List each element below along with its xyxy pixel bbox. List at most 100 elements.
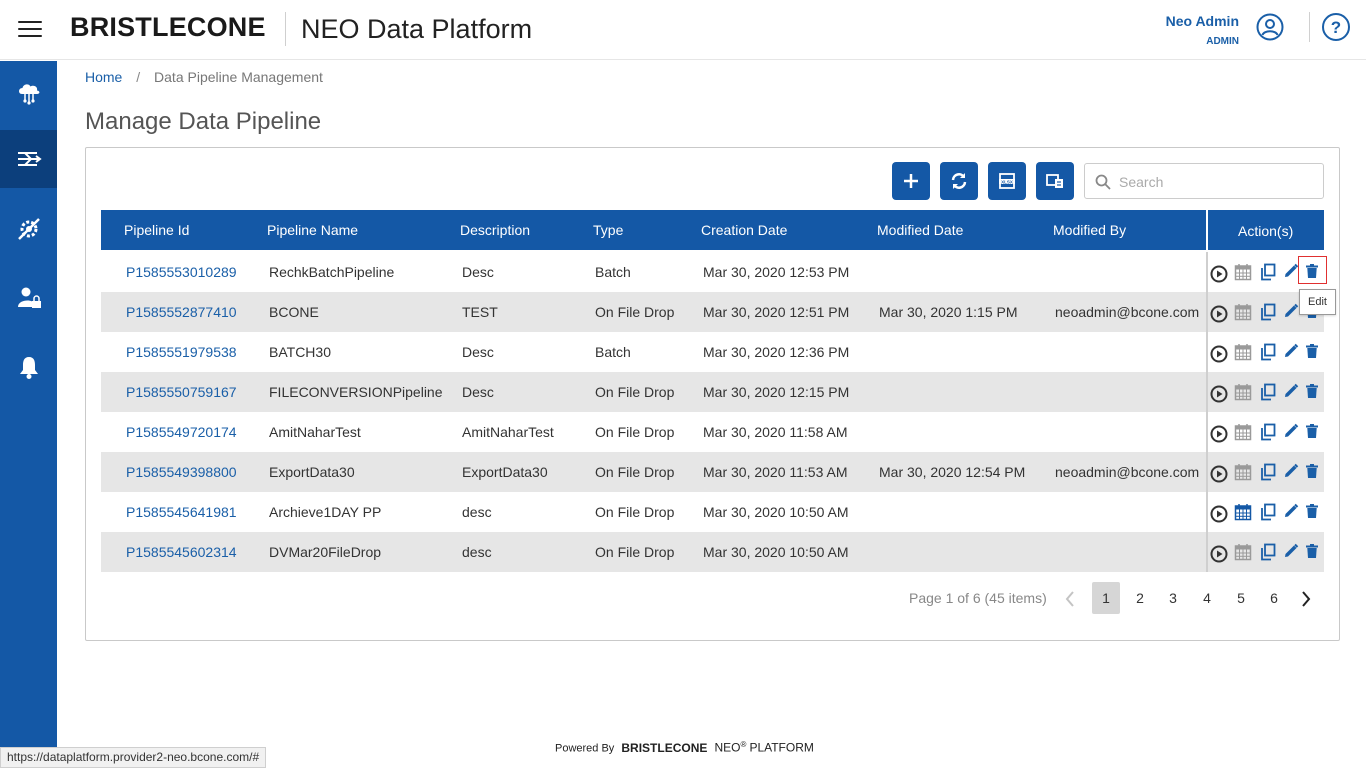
- column-header-pipeline-name[interactable]: Pipeline Name: [267, 222, 358, 238]
- column-header-pipeline-id[interactable]: Pipeline Id: [124, 222, 189, 238]
- creation-date-cell: Mar 30, 2020 10:50 AM: [703, 544, 849, 560]
- run-pipeline-icon[interactable]: [1210, 305, 1228, 323]
- copy-pipeline-icon[interactable]: [1260, 503, 1276, 521]
- schedule-calendar-icon[interactable]: [1234, 463, 1252, 481]
- sidebar-item-notifications[interactable]: [0, 338, 57, 396]
- edit-pipeline-icon[interactable]: [1283, 343, 1299, 359]
- copy-pipeline-icon[interactable]: [1260, 303, 1276, 321]
- page-1-button[interactable]: 1: [1092, 582, 1120, 614]
- run-pipeline-icon[interactable]: [1210, 545, 1228, 563]
- delete-pipeline-icon[interactable]: [1305, 423, 1319, 439]
- schedule-calendar-icon[interactable]: [1234, 503, 1252, 521]
- actions-divider: [1206, 452, 1208, 492]
- prev-page-icon[interactable]: [1062, 589, 1078, 609]
- user-profile-icon[interactable]: [1256, 13, 1284, 41]
- run-pipeline-icon[interactable]: [1210, 385, 1228, 403]
- pipeline-id-link[interactable]: P1585545641981: [126, 504, 237, 520]
- import-button[interactable]: [1036, 162, 1074, 200]
- sidebar-item-pipelines[interactable]: [0, 130, 57, 188]
- search-input[interactable]: [1119, 170, 1314, 194]
- edit-pipeline-icon[interactable]: [1283, 263, 1299, 279]
- description-cell: desc: [462, 504, 492, 520]
- breadcrumb: Home / Data Pipeline Management: [85, 69, 323, 85]
- column-header-creation-date[interactable]: Creation Date: [701, 222, 787, 238]
- page-5-button[interactable]: 5: [1227, 582, 1255, 614]
- refresh-button[interactable]: [940, 162, 978, 200]
- delete-pipeline-icon[interactable]: [1305, 343, 1319, 359]
- table-row: P1585549398800 ExportData30 ExportData30 On…: [101, 452, 1324, 492]
- page-2-button[interactable]: 2: [1126, 582, 1154, 614]
- column-header-type[interactable]: Type: [593, 222, 623, 238]
- cloud-network-icon: [18, 84, 39, 105]
- type-cell: On File Drop: [595, 424, 675, 440]
- add-pipeline-button[interactable]: [892, 162, 930, 200]
- delete-pipeline-icon[interactable]: [1305, 383, 1319, 399]
- schedule-calendar-icon[interactable]: [1234, 423, 1252, 441]
- schedule-calendar-icon[interactable]: [1234, 343, 1252, 361]
- delete-pipeline-icon[interactable]: [1305, 503, 1319, 519]
- run-pipeline-icon[interactable]: [1210, 265, 1228, 283]
- breadcrumb-home-link[interactable]: Home: [85, 69, 122, 85]
- description-cell: Desc: [462, 384, 494, 400]
- description-cell: ExportData30: [462, 464, 548, 480]
- browser-status-url: https://dataplatform.provider2-neo.bcone…: [0, 747, 267, 768]
- copy-pipeline-icon[interactable]: [1260, 263, 1276, 281]
- edit-pipeline-icon[interactable]: [1283, 423, 1299, 439]
- pipeline-id-link[interactable]: P1585553010289: [126, 264, 237, 280]
- pipeline-name-cell: FILECONVERSIONPipeline: [269, 384, 443, 400]
- user-name[interactable]: Neo Admin: [1166, 13, 1239, 29]
- run-pipeline-icon[interactable]: [1210, 465, 1228, 483]
- edit-pipeline-icon[interactable]: [1283, 463, 1299, 479]
- sidebar-item-configuration[interactable]: [0, 200, 57, 258]
- table-row: P1585552877410 BCONE TEST On File Drop Mar 3…: [101, 292, 1324, 332]
- copy-pipeline-icon[interactable]: [1260, 383, 1276, 401]
- actions-divider: [1206, 532, 1208, 572]
- pipeline-id-link[interactable]: P1585549398800: [126, 464, 237, 480]
- pipeline-id-link[interactable]: P1585549720174: [126, 424, 237, 440]
- edit-pipeline-icon[interactable]: [1283, 503, 1299, 519]
- delete-pipeline-icon[interactable]: [1305, 543, 1319, 559]
- schedule-calendar-icon[interactable]: [1234, 383, 1252, 401]
- page-6-button[interactable]: 6: [1260, 582, 1288, 614]
- delete-pipeline-icon[interactable]: [1305, 463, 1319, 479]
- column-header-description[interactable]: Description: [460, 222, 530, 238]
- sidebar-item-data-sources[interactable]: [0, 63, 57, 121]
- table-row: P1585545641981 Archieve1DAY PP desc On File…: [101, 492, 1324, 532]
- copy-pipeline-icon[interactable]: [1260, 423, 1276, 441]
- pipeline-name-cell: AmitNaharTest: [269, 424, 361, 440]
- action-tooltip: Edit: [1299, 289, 1336, 315]
- schedule-calendar-icon[interactable]: [1234, 303, 1252, 321]
- help-icon[interactable]: ?: [1321, 12, 1351, 42]
- creation-date-cell: Mar 30, 2020 11:58 AM: [703, 424, 848, 440]
- header-divider-right: [1309, 12, 1310, 42]
- sidebar-item-user-access[interactable]: [0, 269, 57, 327]
- pipeline-id-link[interactable]: P1585552877410: [126, 304, 237, 320]
- edit-pipeline-icon[interactable]: [1283, 303, 1299, 319]
- run-pipeline-icon[interactable]: [1210, 425, 1228, 443]
- column-header-modified-by[interactable]: Modified By: [1053, 222, 1126, 238]
- edit-pipeline-icon[interactable]: [1283, 543, 1299, 559]
- next-page-icon[interactable]: [1298, 589, 1314, 609]
- copy-pipeline-icon[interactable]: [1260, 343, 1276, 361]
- creation-date-cell: Mar 30, 2020 11:53 AM: [703, 464, 848, 480]
- user-lock-icon: [17, 287, 41, 308]
- pipeline-id-link[interactable]: P1585545602314: [126, 544, 237, 560]
- run-pipeline-icon[interactable]: [1210, 345, 1228, 363]
- menu-icon[interactable]: [18, 21, 42, 39]
- user-role: ADMIN: [1206, 36, 1239, 47]
- export-xlsx-button[interactable]: XLSX: [988, 162, 1026, 200]
- page-3-button[interactable]: 3: [1159, 582, 1187, 614]
- schedule-calendar-icon[interactable]: [1234, 543, 1252, 561]
- copy-pipeline-icon[interactable]: [1260, 543, 1276, 561]
- edit-pipeline-icon[interactable]: [1283, 383, 1299, 399]
- page-4-button[interactable]: 4: [1193, 582, 1221, 614]
- app-title: NEO Data Platform: [301, 14, 533, 44]
- copy-pipeline-icon[interactable]: [1260, 463, 1276, 481]
- schedule-calendar-icon[interactable]: [1234, 263, 1252, 281]
- description-cell: Desc: [462, 344, 494, 360]
- table-row: P1585549720174 AmitNaharTest AmitNaharTest…: [101, 412, 1324, 452]
- run-pipeline-icon[interactable]: [1210, 505, 1228, 523]
- pipeline-id-link[interactable]: P1585551979538: [126, 344, 237, 360]
- column-header-modified-date[interactable]: Modified Date: [877, 222, 963, 238]
- pipeline-id-link[interactable]: P1585550759167: [126, 384, 237, 400]
